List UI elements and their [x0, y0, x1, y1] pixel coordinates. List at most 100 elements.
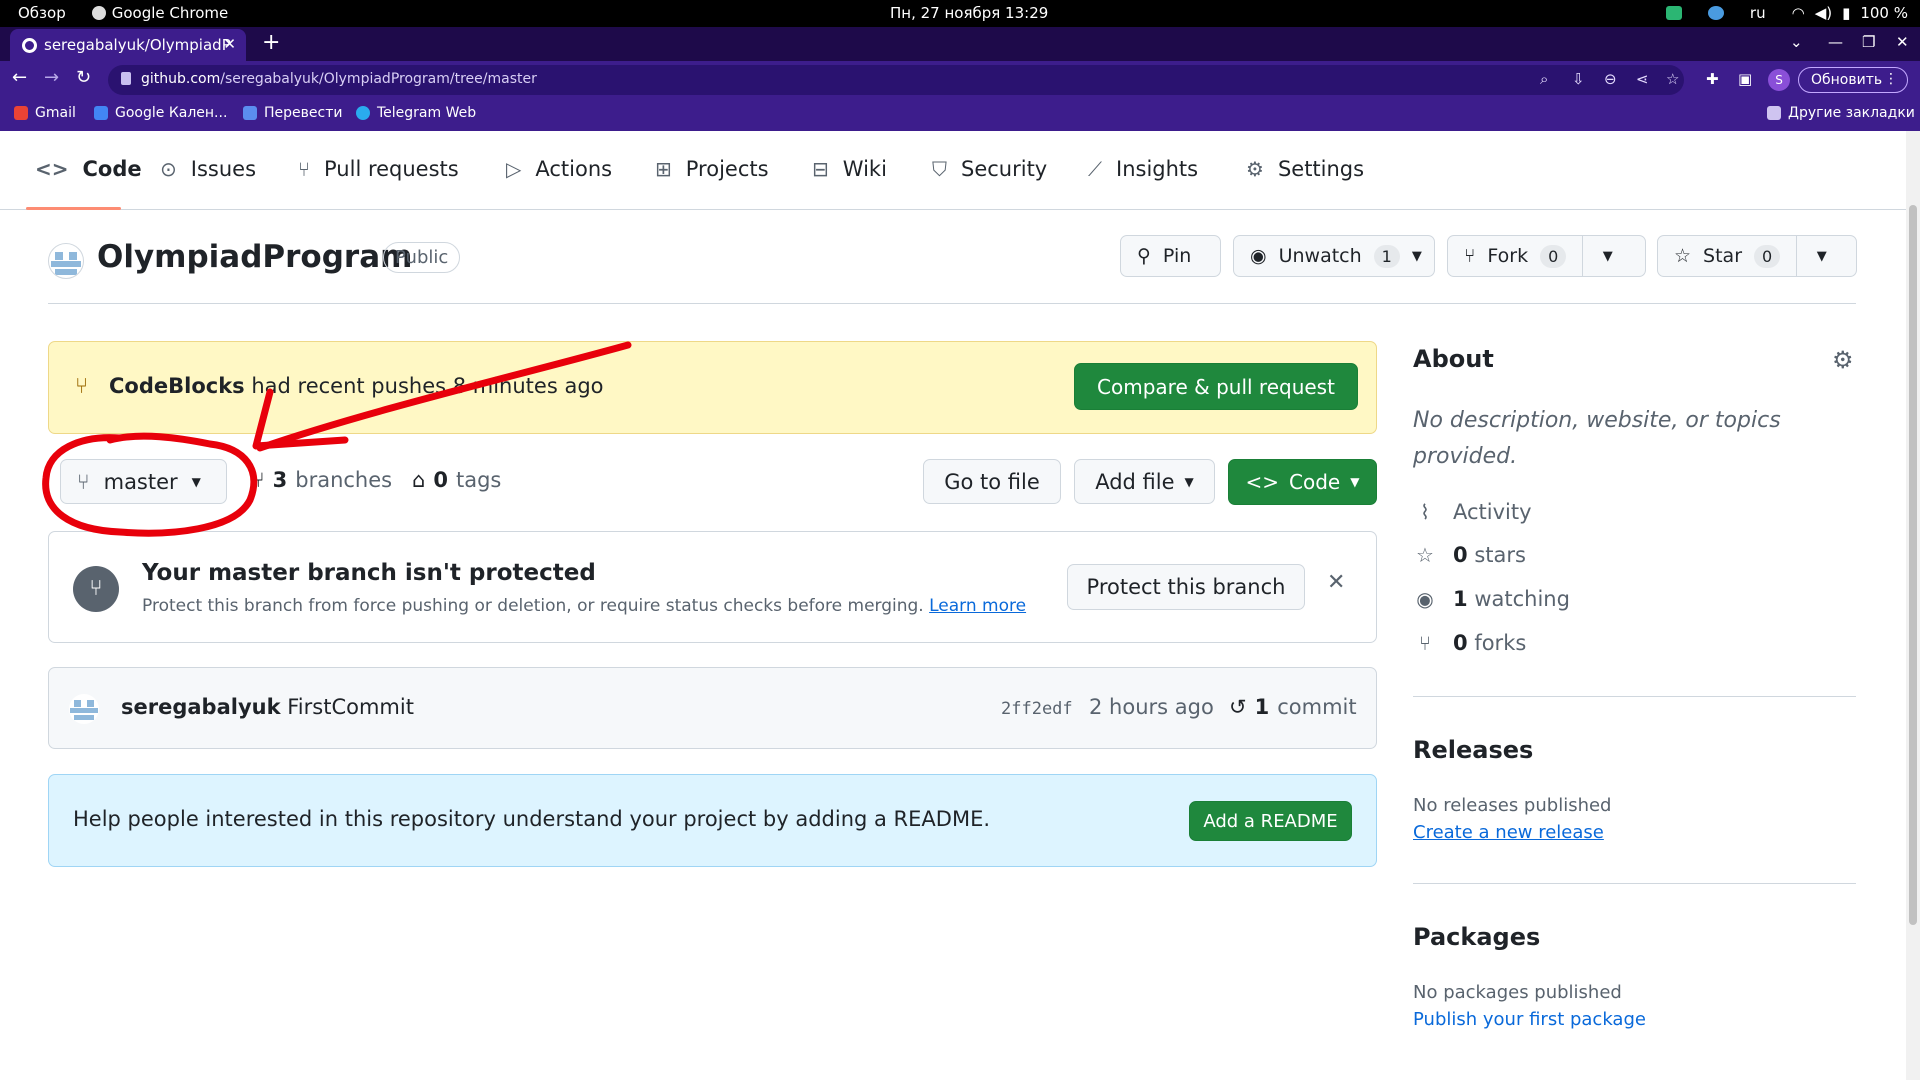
minimize-window-button[interactable]: —	[1828, 33, 1843, 51]
other-bookmarks-folder[interactable]: Другие закладки	[1767, 105, 1915, 121]
compare-pull-request-button[interactable]: Compare & pull request	[1074, 363, 1358, 410]
forward-arrow-icon[interactable]: →	[44, 67, 59, 88]
fork-dropdown-button[interactable]: ▼	[1582, 236, 1632, 276]
triangle-down-icon: ▼	[1602, 248, 1613, 264]
zoom-search-icon[interactable]: ⌕	[1540, 70, 1548, 88]
close-icon[interactable]: ✕	[1327, 570, 1345, 595]
packages-heading[interactable]: Packages	[1413, 923, 1540, 951]
tab-settings[interactable]: ⚙ Settings	[1246, 157, 1364, 181]
about-description: No description, website, or topics provi…	[1413, 408, 1781, 469]
tray-app-icon[interactable]	[1665, 6, 1682, 20]
active-tab-underline	[26, 207, 121, 210]
address-bar[interactable]: github.com/seregabalyuk/OlympiadProgram/…	[108, 65, 1684, 95]
browser-tab-title: seregabalyuk/OlympiadP	[44, 36, 231, 54]
watchers-link[interactable]: ◉ 1 watching	[1413, 587, 1570, 611]
protect-branch-label: Protect this branch	[1086, 575, 1286, 599]
os-clock[interactable]: Пн, 27 ноября 13:29	[890, 4, 1048, 22]
add-file-button[interactable]: Add file ▼	[1074, 459, 1215, 504]
commit-sha-link[interactable]: 2ff2edf	[1001, 699, 1073, 719]
share-icon[interactable]: ⋖	[1636, 70, 1649, 88]
bookmark-telegram[interactable]: Telegram Web	[356, 105, 476, 121]
fork-button[interactable]: ⑂ Fork 0	[1448, 236, 1582, 276]
tab-insights[interactable]: ⟋ Insights	[1088, 157, 1198, 181]
commit-count: 1	[1254, 695, 1270, 719]
tab-actions[interactable]: ▷ Actions	[506, 157, 612, 181]
close-window-button[interactable]: ✕	[1896, 33, 1909, 51]
tags-link[interactable]: ⌂ 0 tags	[412, 468, 501, 492]
profile-avatar[interactable]: S	[1768, 69, 1790, 91]
page-scrollbar-thumb[interactable]	[1909, 205, 1917, 925]
tab-issues[interactable]: ⊙ Issues	[160, 157, 256, 181]
bookmark-label: Gmail	[35, 105, 76, 121]
commit-author-link[interactable]: seregabalyuk	[121, 695, 281, 719]
commit-history-link[interactable]: ↺ 1 commit	[1229, 695, 1357, 719]
commit-message-link[interactable]: FirstCommit	[287, 695, 414, 719]
new-tab-button[interactable]: +	[262, 30, 280, 55]
go-to-file-button[interactable]: Go to file	[923, 459, 1061, 504]
tab-security[interactable]: ⛉ Security	[932, 157, 1047, 181]
issue-opened-icon: ⊙	[160, 157, 177, 181]
triangle-down-icon: ▼	[1411, 248, 1422, 264]
extensions-puzzle-icon[interactable]: ✚	[1706, 70, 1719, 88]
url-path: /seregabalyuk/OlympiadProgram/tree/maste…	[220, 71, 537, 87]
eye-icon: ◉	[1416, 587, 1434, 611]
pin-button[interactable]: ⚲ Pin	[1120, 235, 1221, 277]
repo-name-link[interactable]: OlympiadProgram	[97, 239, 412, 275]
branch-selector-button[interactable]: ⑂ master ▼	[60, 459, 227, 504]
os-status-area[interactable]: ◠ ◀) ▮ 100 %	[1792, 4, 1908, 22]
bookmark-star-icon[interactable]: ☆	[1666, 70, 1679, 88]
sidebar-divider	[1413, 883, 1856, 884]
tab-close-icon[interactable]: ✕	[223, 35, 236, 53]
stars-link[interactable]: ☆ 0 stars	[1413, 543, 1526, 567]
install-app-icon[interactable]: ⇩	[1572, 70, 1585, 88]
update-chrome-button[interactable]: Обновить ⋮	[1798, 67, 1908, 93]
releases-heading[interactable]: Releases	[1413, 736, 1533, 764]
zoom-icon[interactable]: ⊖	[1604, 70, 1617, 88]
pin-icon: ⚲	[1137, 245, 1151, 267]
side-panel-icon[interactable]: ▣	[1738, 70, 1752, 88]
create-release-link[interactable]: Create a new release	[1413, 822, 1604, 843]
reload-icon[interactable]: ↻	[76, 67, 91, 88]
bookmark-gmail[interactable]: Gmail	[14, 105, 76, 121]
owner-avatar[interactable]	[48, 243, 84, 279]
star-button[interactable]: ☆ Star 0	[1658, 236, 1796, 276]
tab-code[interactable]: <> Code	[35, 157, 142, 181]
pushed-branch-name[interactable]: CodeBlocks	[109, 374, 245, 398]
learn-more-link[interactable]: Learn more	[929, 596, 1026, 616]
tab-label: Settings	[1277, 157, 1365, 181]
branches-label: branches	[295, 468, 393, 492]
bookmark-google-calendar[interactable]: Google Кален...	[94, 105, 227, 121]
forks-count: 0	[1453, 631, 1468, 655]
maximize-window-button[interactable]: ❐	[1862, 33, 1875, 51]
bookmark-translate[interactable]: Перевести	[243, 105, 342, 121]
code-dropdown-button[interactable]: <> Code ▼	[1228, 459, 1377, 505]
publish-package-link[interactable]: Publish your first package	[1413, 1009, 1646, 1030]
author-avatar[interactable]	[69, 694, 99, 724]
pin-label: Pin	[1162, 245, 1192, 267]
lock-icon[interactable]	[121, 72, 131, 85]
recent-push-message: had recent pushes 8 minutes ago	[244, 374, 604, 398]
code-icon: <>	[1245, 470, 1280, 494]
browser-tab-active[interactable]: seregabalyuk/OlympiadP ✕	[10, 29, 246, 61]
unwatch-button[interactable]: ◉ Unwatch 1 ▼	[1233, 235, 1435, 277]
branches-link[interactable]: ⑂ 3 branches	[252, 468, 392, 492]
os-overview-button[interactable]: Обзор	[18, 4, 66, 22]
fork-label: Fork	[1487, 245, 1529, 267]
back-arrow-icon[interactable]: ←	[12, 67, 27, 88]
tray-telegram-icon[interactable]	[1707, 6, 1724, 20]
tab-wiki[interactable]: ⊟ Wiki	[812, 157, 887, 181]
os-active-app[interactable]: Google Chrome	[91, 4, 228, 22]
forks-link[interactable]: ⑂ 0 forks	[1413, 631, 1526, 655]
chrome-menu-icon[interactable]: ⋮	[1884, 71, 1898, 87]
visibility-badge: Public	[383, 242, 461, 273]
repo-forked-icon: ⑂	[1419, 631, 1431, 655]
gear-icon[interactable]: ⚙	[1832, 346, 1854, 374]
activity-link[interactable]: ⌇ Activity	[1413, 500, 1531, 524]
star-dropdown-button[interactable]: ▼	[1796, 236, 1846, 276]
add-readme-button[interactable]: Add a README	[1189, 801, 1352, 841]
protect-branch-button[interactable]: Protect this branch	[1067, 564, 1305, 610]
tab-search-icon[interactable]: ⌄	[1790, 33, 1803, 51]
tab-projects[interactable]: ⊞ Projects	[655, 157, 769, 181]
tab-pull-requests[interactable]: ⑂ Pull requests	[298, 157, 459, 181]
os-language[interactable]: ru	[1750, 4, 1766, 22]
